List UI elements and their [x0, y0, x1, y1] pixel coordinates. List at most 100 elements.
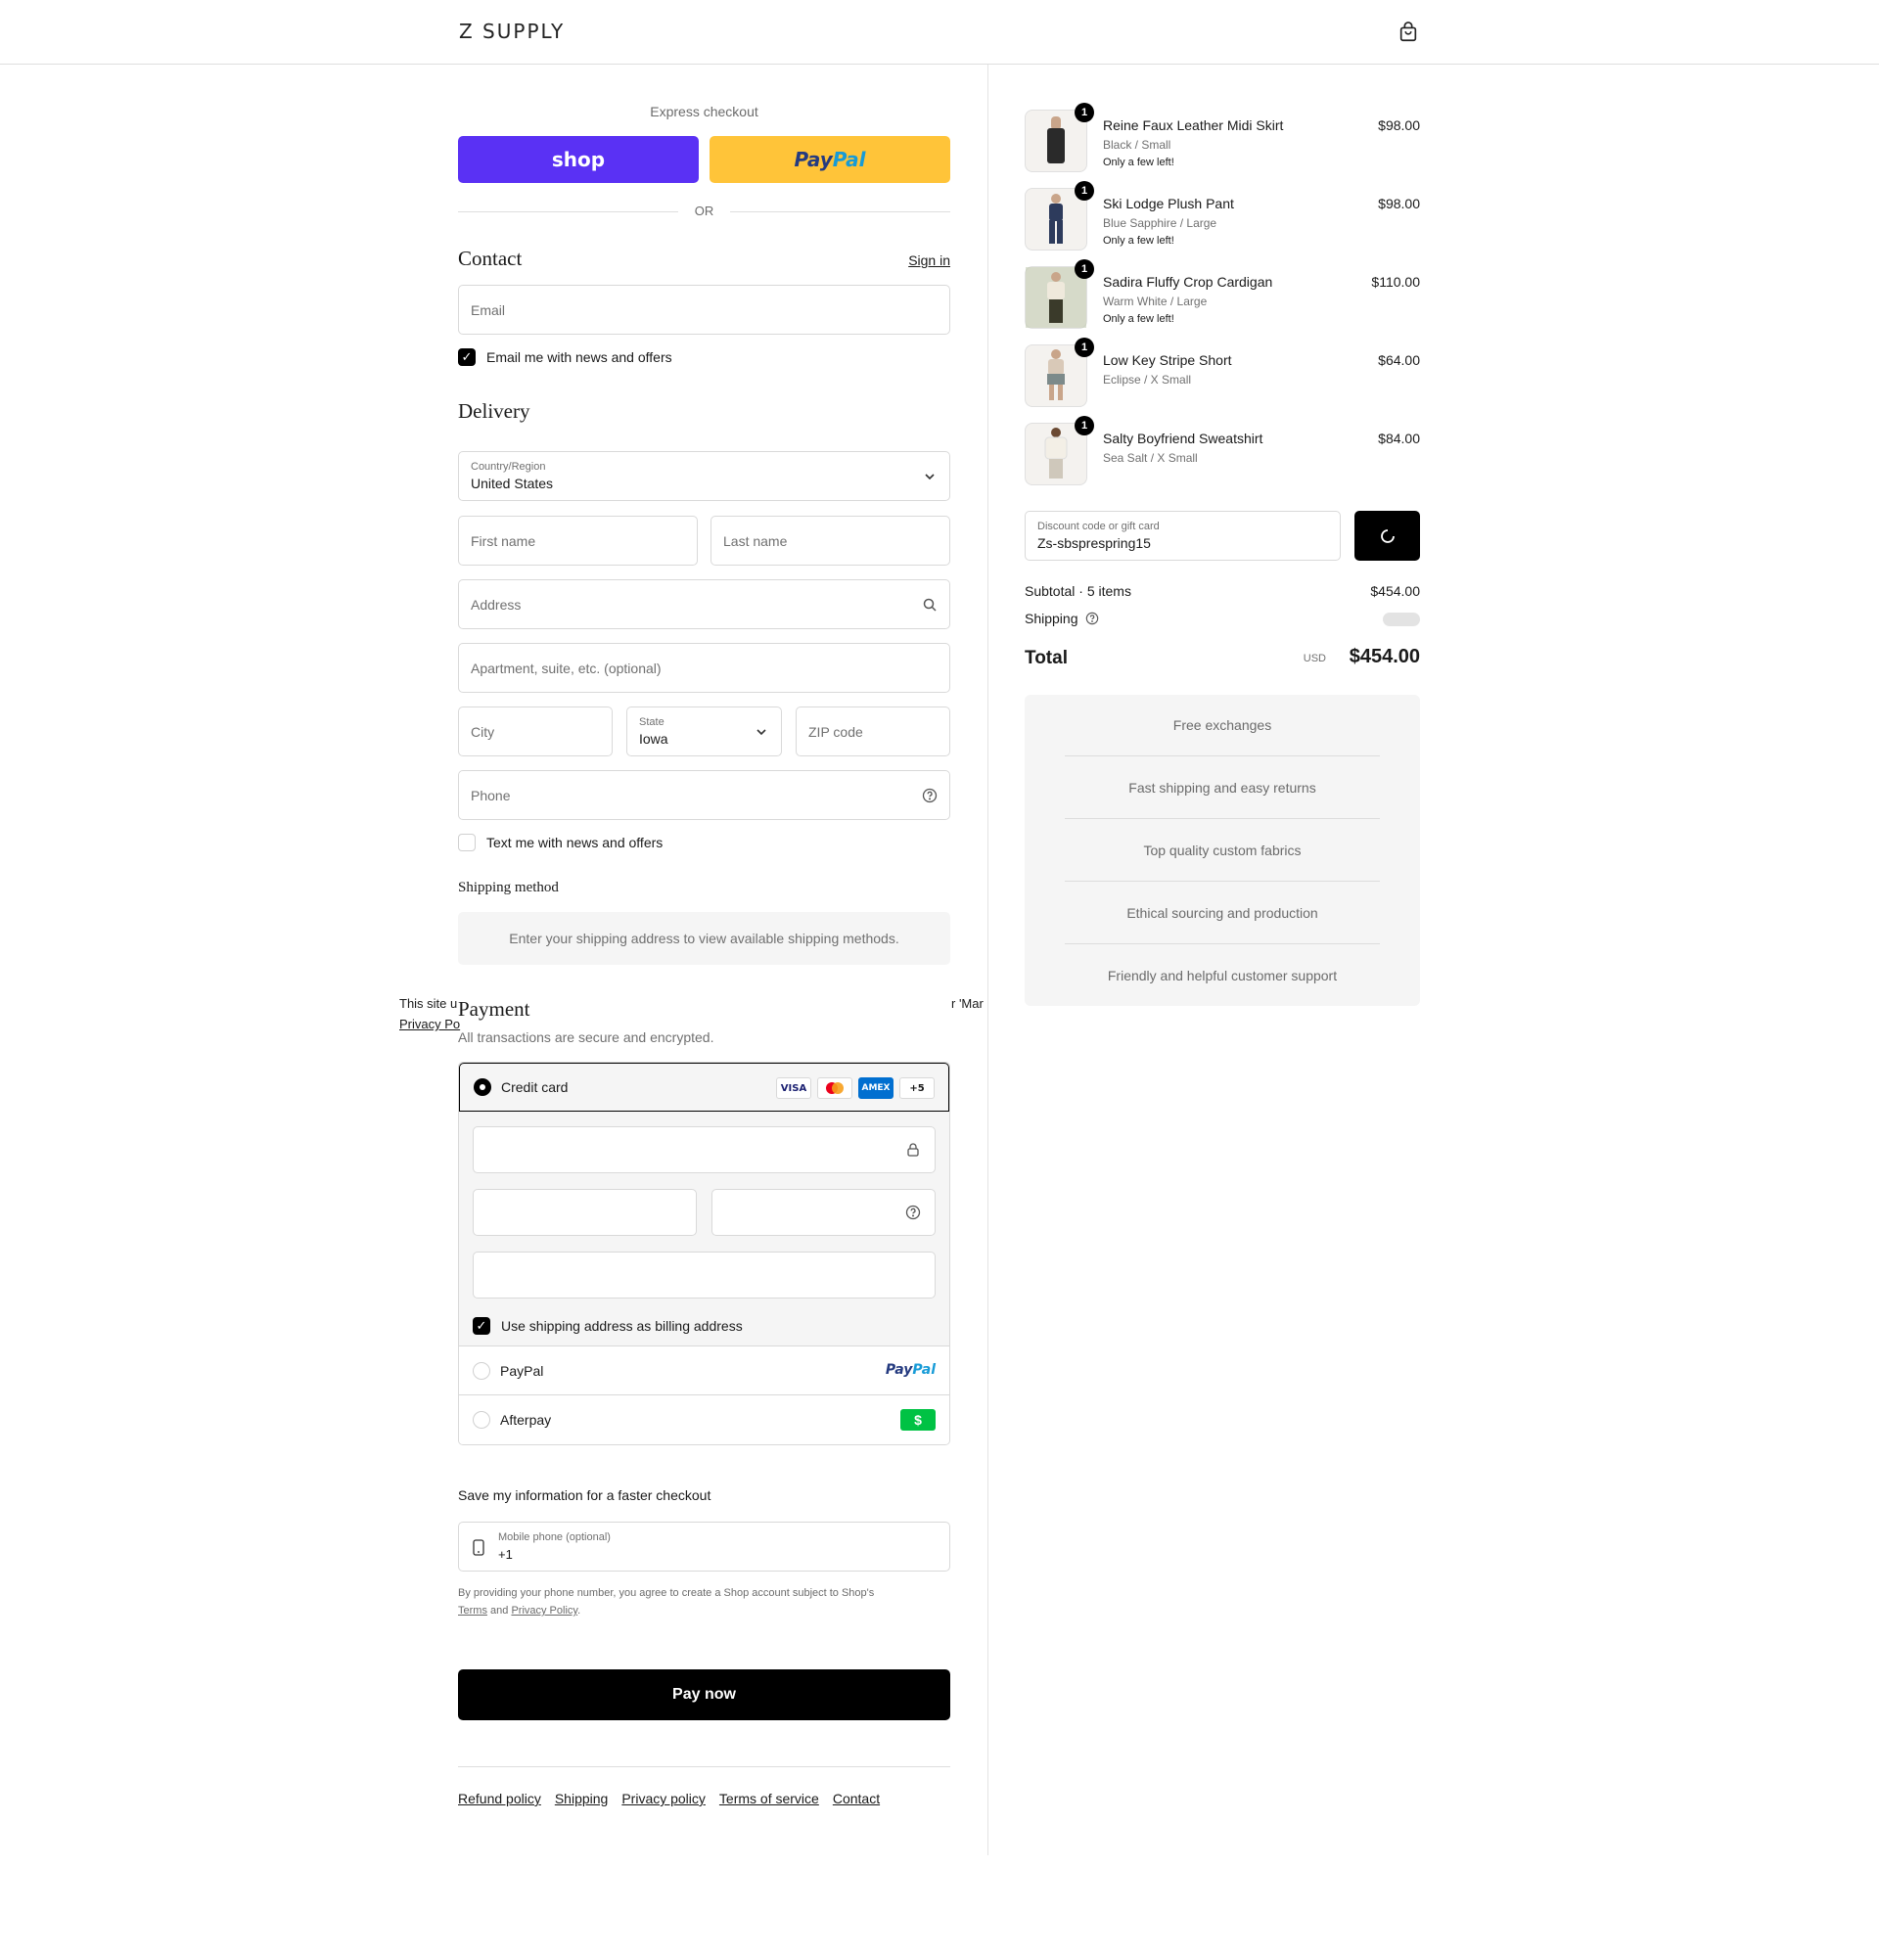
refund-policy-link[interactable]: Refund policy	[458, 1791, 541, 1806]
item-stock-note: Only a few left!	[1103, 313, 1174, 325]
paypal-logo-part2: Pal	[912, 1362, 936, 1378]
amex-icon: AMEX	[858, 1077, 894, 1099]
billing-checkbox-row[interactable]: ✓ Use shipping address as billing addres…	[473, 1317, 743, 1335]
discount-code-field[interactable]: Discount code or gift card Zs-sbsprespri…	[1025, 511, 1341, 561]
mobile-phone-field[interactable]: Mobile phone (optional) +1	[458, 1522, 950, 1572]
period-text: .	[577, 1605, 581, 1617]
payment-subtitle: All transactions are secure and encrypte…	[458, 1029, 714, 1045]
cart-item: 1 Reine Faux Leather Midi Skirt Black / …	[1025, 103, 1420, 172]
privacy-policy-link[interactable]: Privacy policy	[621, 1791, 706, 1806]
state-select[interactable]: State Iowa	[626, 707, 782, 756]
apartment-field[interactable]: Apartment, suite, etc. (optional)	[458, 643, 950, 693]
payment-methods: Credit card VISA AMEX +5 ✓ Use shipping	[458, 1062, 950, 1445]
zip-placeholder: ZIP code	[808, 723, 863, 740]
paypal-logo-part2: Pal	[832, 148, 866, 171]
cart-item: 1 Low Key Stripe Short Eclipse / X Small…	[1025, 338, 1420, 407]
perk-item: Fast shipping and easy returns	[1128, 780, 1316, 796]
product-thumbnail: 1	[1025, 259, 1094, 329]
radio-unselected[interactable]	[473, 1411, 490, 1429]
terms-link[interactable]: Terms	[458, 1605, 487, 1617]
brand-logo[interactable]: Z SUPPLY	[459, 20, 565, 43]
help-circle-icon[interactable]	[922, 788, 938, 803]
shopping-bag-icon[interactable]	[1398, 22, 1419, 43]
radio-selected[interactable]	[474, 1078, 491, 1096]
afterpay-option-label: Afterpay	[500, 1412, 552, 1428]
shipping-method-title: Shipping method	[458, 880, 559, 895]
item-name: Reine Faux Leather Midi Skirt	[1103, 117, 1284, 133]
afterpay-option[interactable]: Afterpay $	[459, 1395, 949, 1444]
phone-field[interactable]: Phone	[458, 770, 950, 820]
contact-link[interactable]: Contact	[833, 1791, 880, 1806]
checkbox[interactable]	[458, 834, 476, 851]
shipping-link[interactable]: Shipping	[555, 1791, 609, 1806]
visa-icon: VISA	[776, 1077, 811, 1099]
footer-links: Refund policy Shipping Privacy policy Te…	[458, 1791, 880, 1806]
name-on-card-field[interactable]	[473, 1252, 936, 1299]
first-name-placeholder: First name	[471, 532, 536, 549]
quantity-badge: 1	[1075, 181, 1094, 201]
item-price: $84.00	[1378, 431, 1420, 446]
perk-divider	[1065, 818, 1380, 819]
cart-item: 1 Ski Lodge Plush Pant Blue Sapphire / L…	[1025, 181, 1420, 251]
billing-label: Use shipping address as billing address	[501, 1318, 743, 1334]
card-number-field[interactable]	[473, 1126, 936, 1173]
terms-of-service-link[interactable]: Terms of service	[719, 1791, 819, 1806]
mastercard-icon	[817, 1077, 852, 1099]
checkmark-icon[interactable]: ✓	[473, 1317, 490, 1335]
paypal-logo-part1: Pay	[794, 148, 833, 171]
email-news-checkbox-row[interactable]: ✓ Email me with news and offers	[458, 348, 672, 366]
shipping-label: Shipping	[1025, 611, 1078, 626]
pay-now-button[interactable]: Pay now	[458, 1669, 950, 1720]
product-thumbnail: 1	[1025, 338, 1094, 407]
sign-in-link[interactable]: Sign in	[908, 252, 950, 268]
address-field[interactable]: Address	[458, 579, 950, 629]
security-code-field[interactable]	[711, 1189, 936, 1236]
email-news-label: Email me with news and offers	[486, 349, 672, 365]
radio-unselected[interactable]	[473, 1362, 490, 1380]
perk-divider	[1065, 755, 1380, 756]
shipping-loading-placeholder	[1383, 613, 1420, 626]
loading-spinner-icon	[1381, 529, 1395, 543]
address-placeholder: Address	[471, 596, 522, 613]
contact-title: Contact	[458, 247, 523, 270]
disclaimer-text: By providing your phone number, you agre…	[458, 1587, 875, 1599]
shop-pay-button[interactable]: shop	[458, 136, 699, 183]
expiration-field[interactable]	[473, 1189, 697, 1236]
item-price: $98.00	[1378, 117, 1420, 133]
country-select[interactable]: Country/Region United States	[458, 451, 950, 501]
country-value: United States	[471, 476, 554, 491]
paypal-express-button[interactable]: Pay Pal	[710, 136, 950, 183]
checkmark-icon[interactable]: ✓	[458, 348, 476, 366]
help-circle-icon[interactable]	[1085, 612, 1099, 625]
paypal-logo-part1: Pay	[885, 1362, 913, 1378]
quantity-badge: 1	[1075, 338, 1094, 357]
apply-discount-button[interactable]	[1354, 511, 1420, 561]
privacy-policy-link[interactable]: Privacy Policy	[511, 1605, 577, 1617]
cookie-banner-text: This site u	[399, 996, 458, 1011]
text-news-checkbox-row[interactable]: Text me with news and offers	[458, 834, 663, 851]
item-variant: Warm White / Large	[1103, 295, 1208, 308]
credit-card-option[interactable]: Credit card VISA AMEX +5	[459, 1063, 949, 1112]
quantity-badge: 1	[1075, 103, 1094, 122]
card-brand-badges: VISA AMEX +5	[776, 1077, 935, 1099]
perk-item: Free exchanges	[1172, 717, 1272, 733]
afterpay-icon: $	[900, 1409, 936, 1431]
last-name-field[interactable]: Last name	[710, 516, 950, 566]
help-circle-icon[interactable]	[905, 1205, 921, 1220]
city-field[interactable]: City	[458, 707, 613, 756]
first-name-field[interactable]: First name	[458, 516, 698, 566]
zip-field[interactable]: ZIP code	[796, 707, 950, 756]
paypal-option[interactable]: PayPal PayPal	[459, 1346, 949, 1395]
country-label: Country/Region	[471, 461, 546, 473]
email-field[interactable]: Email	[458, 285, 950, 335]
item-name: Ski Lodge Plush Pant	[1103, 196, 1234, 211]
item-variant: Eclipse / X Small	[1103, 373, 1192, 387]
perk-divider	[1065, 881, 1380, 882]
cookie-privacy-link[interactable]: Privacy Po	[399, 1017, 460, 1031]
item-variant: Sea Salt / X Small	[1103, 451, 1198, 465]
quantity-badge: 1	[1075, 259, 1094, 279]
apartment-placeholder: Apartment, suite, etc. (optional)	[471, 660, 662, 676]
header: Z SUPPLY	[0, 0, 1879, 65]
cart-item: 1 Sadira Fluffy Crop Cardigan Warm White…	[1025, 259, 1420, 329]
shipping-method-message: Enter your shipping address to view avai…	[458, 912, 950, 965]
